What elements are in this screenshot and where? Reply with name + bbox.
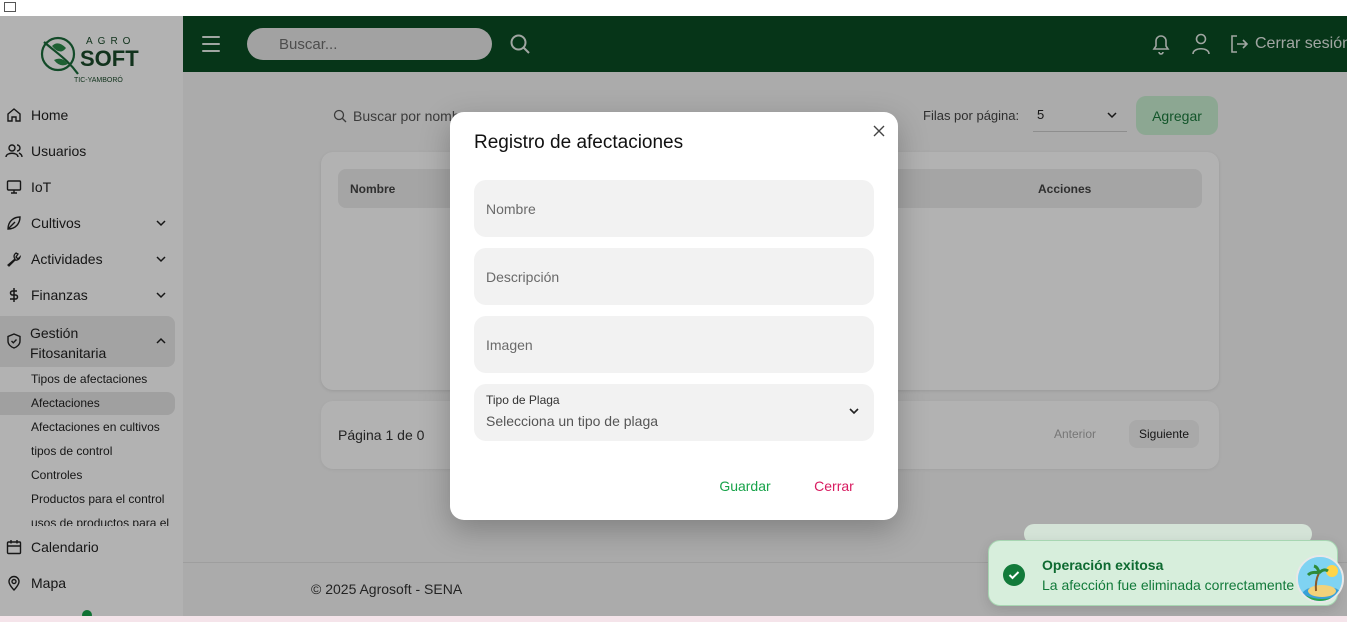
assistant-avatar[interactable] (1296, 555, 1344, 603)
imagen-field[interactable] (474, 316, 874, 373)
close-button[interactable]: Cerrar (800, 472, 868, 500)
success-toast[interactable]: Operación exitosa La afección fue elimin… (988, 540, 1338, 606)
close-icon[interactable] (872, 124, 886, 138)
tipo-plaga-value: Selecciona un tipo de plaga (486, 413, 659, 429)
toast-title: Operación exitosa (1042, 557, 1164, 573)
toast-message: La afección fue eliminada correctamente (1042, 577, 1295, 593)
registro-afectaciones-modal: Registro de afectaciones Tipo de Plaga S… (450, 112, 898, 520)
bottom-strip (0, 616, 1347, 622)
descripcion-field[interactable] (474, 248, 874, 305)
save-button[interactable]: Guardar (708, 472, 782, 500)
tipo-plaga-label: Tipo de Plaga (486, 393, 560, 407)
check-circle-icon (1003, 564, 1025, 586)
chevron-down-icon (849, 408, 859, 415)
modal-title: Registro de afectaciones (474, 132, 684, 153)
nombre-field[interactable] (474, 180, 874, 237)
tipo-plaga-select[interactable]: Tipo de Plaga Selecciona un tipo de plag… (474, 384, 874, 441)
window-icon (4, 2, 16, 12)
window-titlebar (0, 0, 1347, 16)
